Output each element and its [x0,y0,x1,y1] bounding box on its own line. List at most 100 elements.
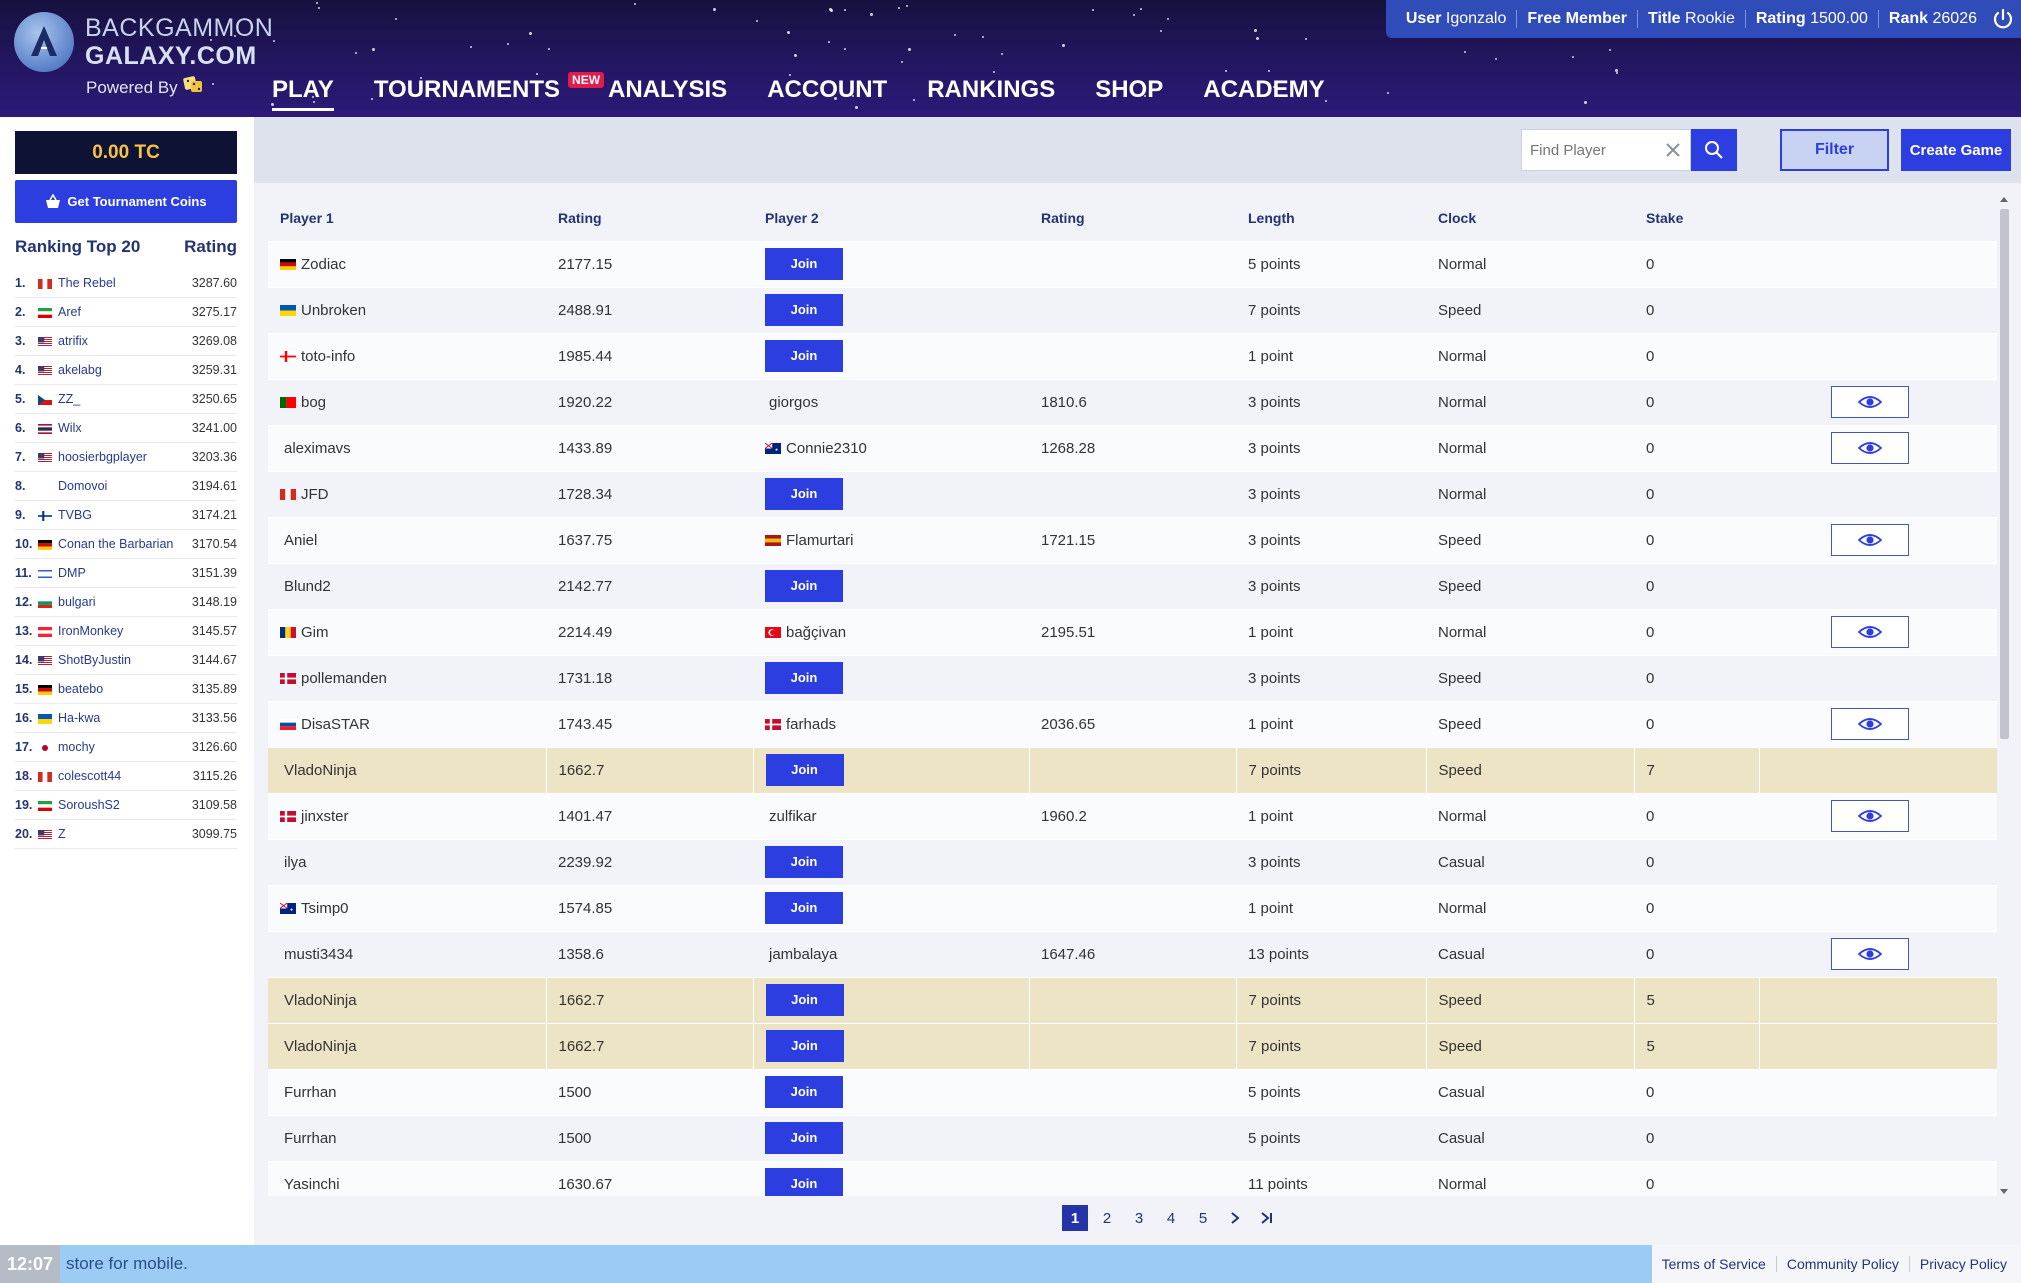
join-button[interactable]: Join [765,1076,843,1108]
player2-name[interactable]: Connie2310 [786,440,867,457]
player1-name[interactable]: ilya [284,854,307,871]
watch-button[interactable] [1831,386,1909,418]
player1-name[interactable]: pollemanden [301,670,387,687]
rank-player-name[interactable]: IronMonkey [58,624,187,638]
player2-name[interactable]: bağçivan [786,624,846,641]
join-button[interactable]: Join [765,570,843,602]
rank-player-name[interactable]: Aref [58,305,187,319]
player1-name[interactable]: Furrhan [284,1130,337,1147]
player1-name[interactable]: Tsimp0 [301,900,349,917]
watch-button[interactable] [1831,432,1909,464]
watch-button[interactable] [1831,708,1909,740]
col-rating1[interactable]: Rating [546,195,753,241]
power-icon[interactable] [1991,7,2015,31]
ranking-row[interactable]: 20. Z 3099.75 [15,820,237,849]
ranking-row[interactable]: 1. The Rebel 3287.60 [15,269,237,298]
find-player-input[interactable] [1522,141,1662,159]
player1-name[interactable]: VladoNinja [284,992,357,1009]
player1-name[interactable]: Blund2 [284,578,331,595]
rank-player-name[interactable]: mochy [58,740,187,754]
ranking-row[interactable]: 17. mochy 3126.60 [15,733,237,762]
logo-text-line1[interactable]: BACKGAMMON [85,14,273,43]
watch-button[interactable] [1831,938,1909,970]
rank-player-name[interactable]: DMP [58,566,187,580]
game-row[interactable]: jinxster 1401.47 zulfikar 1960.2 1 point Norm… [268,792,1997,839]
game-row[interactable]: toto-info 1985.44 Join 1 point Normal 0 [268,332,1997,379]
player2-name[interactable]: giorgos [769,394,818,411]
game-row[interactable]: Gim 2214.49 bağçivan 2195.51 1 point Normal 0 [268,608,1997,655]
ranking-row[interactable]: 15. beatebo 3135.89 [15,675,237,704]
nav-play[interactable]: PLAY [272,76,334,111]
game-row[interactable]: JFD 1728.34 Join 3 points Normal 0 [268,470,1997,517]
nav-rankings[interactable]: RANKINGS [927,76,1055,111]
game-row[interactable]: Furrhan 1500 Join 5 points Casual 0 [268,1114,1997,1161]
ranking-row[interactable]: 11. DMP 3151.39 [15,559,237,588]
player1-name[interactable]: JFD [301,486,329,503]
player1-name[interactable]: VladoNinja [284,1038,357,1055]
community-policy-link[interactable]: Community Policy [1775,1256,1909,1272]
player1-name[interactable]: bog [301,394,326,411]
join-button[interactable]: Join [765,340,843,372]
player1-name[interactable]: Gim [301,624,329,641]
player2-name[interactable]: zulfikar [769,808,817,825]
game-row[interactable]: ilya 2239.92 Join 3 points Casual 0 [268,838,1997,885]
scrollbar[interactable] [1997,195,2011,1196]
nav-tournaments[interactable]: TOURNAMENTS NEW [374,72,605,111]
join-button[interactable]: Join [765,754,844,786]
rank-player-name[interactable]: SoroushS2 [58,798,187,812]
col-clock[interactable]: Clock [1426,195,1634,241]
ranking-row[interactable]: 18. colescott44 3115.26 [15,762,237,791]
scroll-up-arrow[interactable] [2000,197,2008,202]
ranking-row[interactable]: 4. akelabg 3259.31 [15,356,237,385]
page-button[interactable]: 2 [1094,1205,1120,1231]
ranking-row[interactable]: 10. Conan the Barbarian 3170.54 [15,530,237,559]
join-button[interactable]: Join [765,248,843,280]
nav-analysis[interactable]: ANALYSIS [608,76,727,111]
footer-message[interactable]: store for mobile. [66,1254,188,1274]
rank-player-name[interactable]: ShotByJustin [58,653,187,667]
membership[interactable]: Free Member [1517,10,1638,28]
col-stake[interactable]: Stake [1634,195,1759,241]
col-actions[interactable] [1759,195,1997,241]
page-button[interactable]: 1 [1062,1205,1088,1231]
player1-name[interactable]: Aniel [284,532,317,549]
user-name[interactable]: User Igonzalo [1396,10,1518,28]
rank-player-name[interactable]: bulgari [58,595,187,609]
player1-name[interactable]: Zodiac [301,256,346,273]
col-player2[interactable]: Player 2 [753,195,1029,241]
rank-player-name[interactable]: akelabg [58,363,187,377]
player2-name[interactable]: Flamurtari [786,532,854,549]
rank-player-name[interactable]: atrifix [58,334,187,348]
player1-name[interactable]: Yasinchi [284,1176,340,1193]
rank-player-name[interactable]: ZZ_ [58,392,187,406]
rank-player-name[interactable]: Conan the Barbarian [58,537,187,551]
last-page-button[interactable] [1254,1205,1280,1231]
ranking-row[interactable]: 9. TVBG 3174.21 [15,501,237,530]
nav-academy[interactable]: ACADEMY [1203,76,1324,111]
terms-link[interactable]: Terms of Service [1652,1256,1776,1272]
player1-name[interactable]: DisaSTAR [301,716,370,733]
game-row[interactable]: pollemanden 1731.18 Join 3 points Speed 0 [268,654,1997,701]
join-button[interactable]: Join [765,294,843,326]
player2-name[interactable]: jambalaya [769,946,837,963]
privacy-policy-link[interactable]: Privacy Policy [1908,1256,2017,1272]
game-row[interactable]: bog 1920.22 giorgos 1810.6 3 points Normal 0 [268,378,1997,425]
col-rating2[interactable]: Rating [1029,195,1236,241]
next-page-button[interactable] [1222,1205,1248,1231]
ranking-row[interactable]: 8. Domovoi 3194.61 [15,472,237,501]
game-row[interactable]: Unbroken 2488.91 Join 7 points Speed 0 [268,286,1997,333]
watch-button[interactable] [1831,616,1909,648]
page-button[interactable]: 5 [1190,1205,1216,1231]
join-button[interactable]: Join [765,1030,844,1062]
game-row[interactable]: Furrhan 1500 Join 5 points Casual 0 [268,1068,1997,1115]
ranking-row[interactable]: 2. Aref 3275.17 [15,298,237,327]
join-button[interactable]: Join [765,662,843,694]
logo-icon[interactable] [14,12,74,72]
rank-player-name[interactable]: Domovoi [58,479,187,493]
rank-player-name[interactable]: The Rebel [58,276,187,290]
nav-account[interactable]: ACCOUNT [767,76,887,111]
ranking-row[interactable]: 16. Ha-kwa 3133.56 [15,704,237,733]
join-button[interactable]: Join [765,1168,843,1196]
player1-name[interactable]: musti3434 [284,946,353,963]
game-row[interactable]: VladoNinja 1662.7 Join 7 points Speed 5 [268,1022,1997,1069]
